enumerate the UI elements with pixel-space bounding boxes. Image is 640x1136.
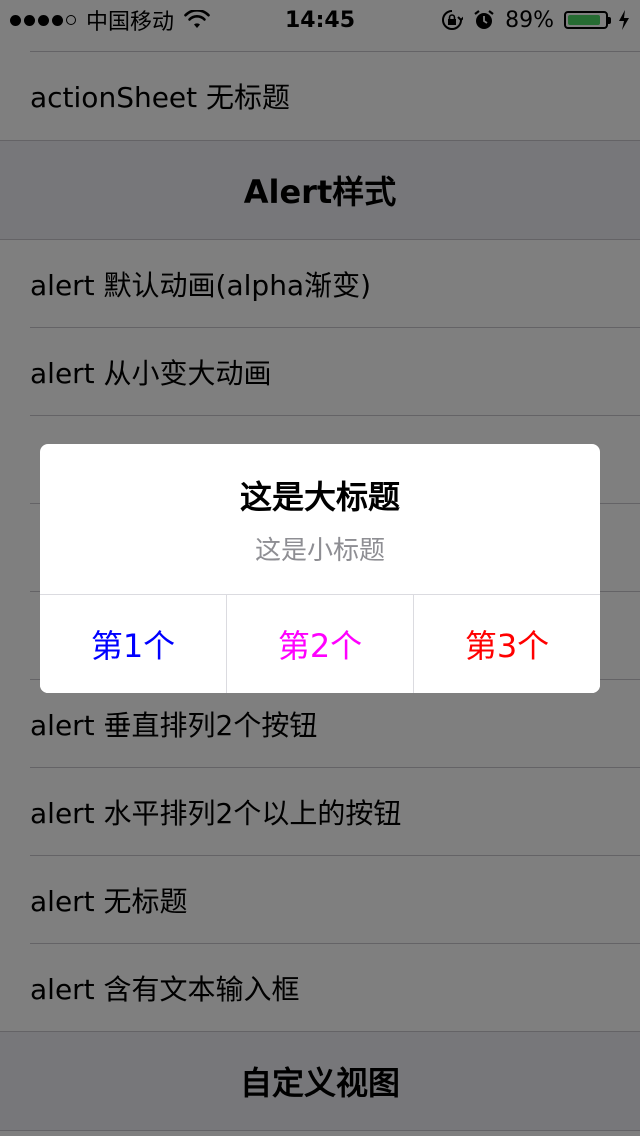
alert-button-row: 第1个 第2个 第3个: [40, 595, 600, 693]
alert-title: 这是大标题: [239, 478, 400, 516]
alert-subtitle: 这是小标题: [254, 536, 385, 566]
alert-dialog: 这是大标题 这是小标题 第1个 第2个 第3个: [40, 444, 600, 693]
alert-button-1[interactable]: 第1个: [40, 595, 227, 693]
alert-button-3[interactable]: 第3个: [414, 595, 600, 693]
alert-button-2[interactable]: 第2个: [227, 595, 414, 693]
